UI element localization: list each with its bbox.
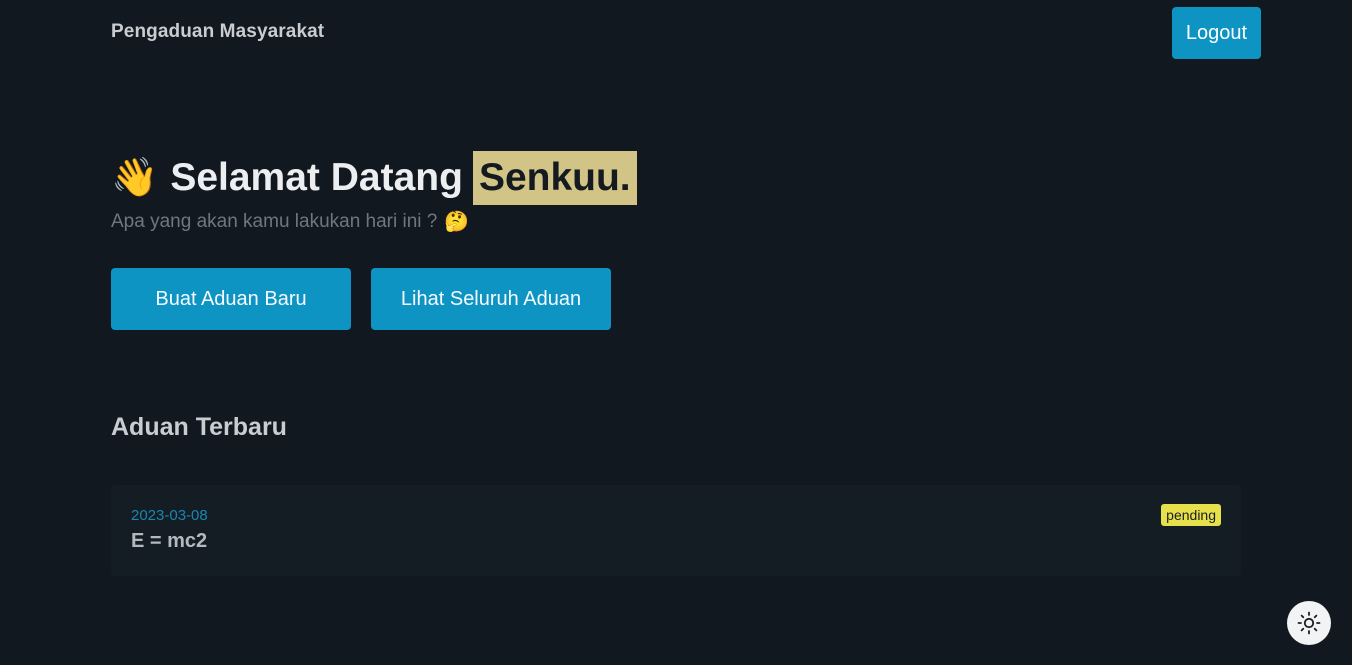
- page: Pengaduan Masyarakat Logout 👋 Selamat Da…: [0, 0, 1352, 665]
- section-title-latest: Aduan Terbaru: [111, 413, 287, 441]
- complaint-date: 2023-03-08: [131, 507, 208, 524]
- complaint-title: E = mc2: [131, 530, 208, 552]
- hero-subtitle: Apa yang akan kamu lakukan hari ini ? 🤔: [111, 211, 469, 233]
- theme-toggle-button[interactable]: [1287, 601, 1331, 645]
- username-highlight: Senkuu.: [472, 151, 637, 205]
- greeting-text: Selamat Datang: [170, 156, 463, 199]
- navbar: Pengaduan Masyarakat Logout: [0, 0, 1352, 66]
- waving-hand-icon: 👋: [111, 157, 159, 199]
- hero-title: 👋 Selamat Datang Senkuu.: [111, 150, 637, 206]
- brand-title[interactable]: Pengaduan Masyarakat: [111, 21, 324, 43]
- logout-button[interactable]: Logout: [1172, 7, 1261, 59]
- thinking-face-icon: 🤔: [444, 211, 470, 233]
- view-all-complaints-button[interactable]: Lihat Seluruh Aduan: [371, 268, 611, 330]
- subtitle-text: Apa yang akan kamu lakukan hari ini ?: [111, 211, 438, 232]
- create-complaint-button[interactable]: Buat Aduan Baru: [111, 268, 351, 330]
- complaint-card[interactable]: 2023-03-08 E = mc2 pending: [111, 485, 1241, 576]
- sun-icon: [1297, 611, 1321, 635]
- status-badge: pending: [1161, 504, 1221, 526]
